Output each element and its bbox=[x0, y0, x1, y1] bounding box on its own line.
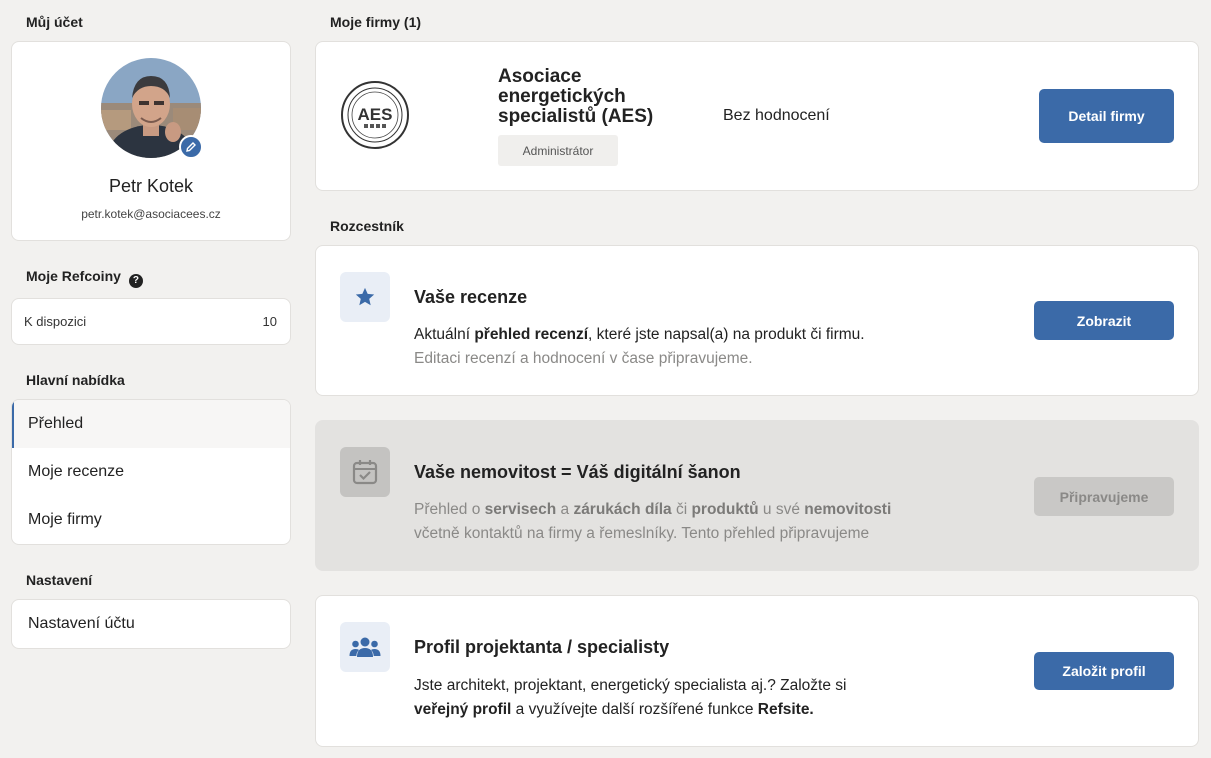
profile-card: Petr Kotek petr.kotek@asociacees.cz bbox=[11, 41, 291, 241]
firm-logo-text: AES bbox=[358, 105, 393, 124]
estate-tile: Vaše nemovitost = Váš digitální šanon Př… bbox=[315, 420, 1199, 571]
reviews-note: Editaci recenzí a hodnocení v čase připr… bbox=[414, 350, 753, 367]
help-icon[interactable]: ? bbox=[128, 273, 143, 288]
specialist-title: Profil projektanta / specialisty bbox=[414, 637, 670, 657]
firm-role-badge: Administrátor bbox=[498, 135, 618, 166]
settings-heading: Nastavení bbox=[26, 572, 93, 588]
menu-item-overview[interactable]: Přehled bbox=[12, 400, 290, 448]
firm-detail-button[interactable]: Detail firmy bbox=[1039, 89, 1174, 143]
main-menu-heading: Hlavní nabídka bbox=[26, 372, 125, 388]
create-profile-button[interactable]: Založit profil bbox=[1034, 652, 1174, 690]
refcoins-label: K dispozici bbox=[24, 314, 87, 329]
estate-icon-box bbox=[340, 447, 390, 497]
refcoins-card: K dispozici 10 bbox=[11, 298, 291, 345]
firm-logo: AES bbox=[340, 80, 410, 150]
reviews-tile: Vaše recenze Aktuální přehled recenzí, k… bbox=[315, 245, 1199, 396]
estate-title: Vaše nemovitost = Váš digitální šanon bbox=[414, 462, 741, 482]
reviews-title: Vaše recenze bbox=[414, 287, 528, 307]
user-email: petr.kotek@asociacees.cz bbox=[81, 207, 221, 221]
star-icon bbox=[355, 287, 375, 306]
main-menu: Přehled Moje recenze Moje firmy bbox=[11, 399, 291, 545]
refcoins-heading-label: Moje Refcoiny bbox=[26, 268, 121, 284]
reviews-text: Aktuální přehled recenzí, které jste nap… bbox=[414, 326, 865, 343]
specialist-text-2: veřejný profil a využívejte další rozšíř… bbox=[414, 701, 814, 718]
estate-text: Přehled o servisech a zárukách díla či p… bbox=[414, 501, 892, 518]
settings-menu: Nastavení účtu bbox=[11, 599, 291, 649]
refcoins-value: 10 bbox=[262, 314, 277, 329]
users-icon bbox=[349, 637, 381, 657]
edit-avatar-button[interactable] bbox=[179, 135, 203, 159]
menu-item-my-reviews[interactable]: Moje recenze bbox=[12, 448, 290, 496]
specialist-text: Jste architekt, projektant, energetický … bbox=[414, 677, 847, 694]
firm-name[interactable]: Asociace energetických specialistů (AES) bbox=[498, 67, 688, 127]
show-reviews-button[interactable]: Zobrazit bbox=[1034, 301, 1174, 340]
refcoins-heading: Moje Refcoiny? bbox=[26, 268, 143, 288]
firm-rating: Bez hodnocení bbox=[723, 107, 830, 124]
estate-note: včetně kontaktů na firmy a řemeslníky. T… bbox=[414, 525, 870, 542]
account-heading: Můj účet bbox=[26, 14, 83, 30]
reviews-icon-box bbox=[340, 272, 390, 322]
specialist-icon-box bbox=[340, 622, 390, 672]
menu-item-my-firms[interactable]: Moje firmy bbox=[12, 496, 290, 544]
pencil-icon bbox=[186, 142, 196, 152]
crossroads-heading: Rozcestník bbox=[330, 218, 404, 234]
user-name: Petr Kotek bbox=[108, 176, 194, 196]
firm-card: AES Asociace energetických specialistů (… bbox=[315, 41, 1199, 191]
calendar-check-icon bbox=[352, 460, 378, 485]
my-firms-heading: Moje firmy (1) bbox=[330, 14, 422, 30]
coming-soon-button: Připravujeme bbox=[1034, 477, 1174, 516]
menu-item-account-settings[interactable]: Nastavení účtu bbox=[28, 600, 135, 648]
specialist-profile-tile: Profil projektanta / specialisty Jste ar… bbox=[315, 595, 1199, 747]
